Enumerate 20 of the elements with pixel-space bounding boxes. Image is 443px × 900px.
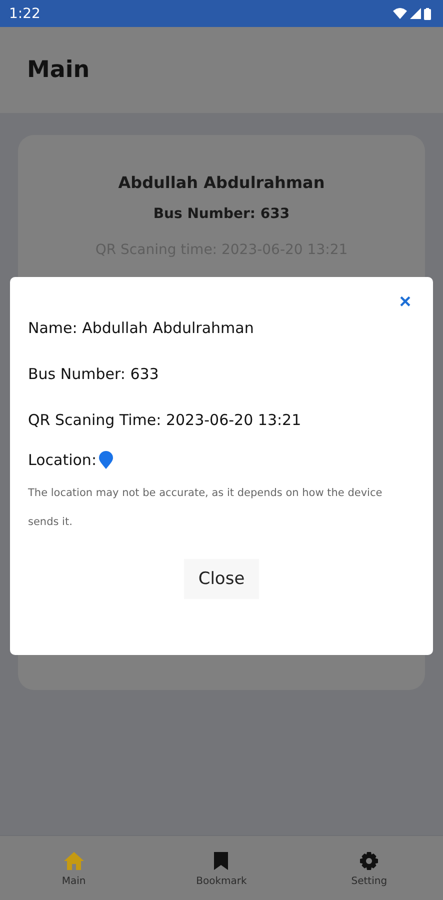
scan-time-text: QR Scaning Time: 2023-06-20 13:21: [28, 411, 302, 429]
bus-number-text: Bus Number: 633: [28, 365, 160, 383]
signal-icon: [410, 8, 421, 19]
nav-tab[interactable]: Bookmark: [166, 846, 276, 890]
status-time: 1:22: [9, 6, 40, 22]
map-pin-icon[interactable]: [98, 451, 112, 469]
home-icon: [62, 850, 85, 870]
location-note: The location may not be accurate, as it depends on how the device sends it.: [28, 486, 384, 530]
wifi-icon: [393, 8, 407, 19]
settings-icon: [359, 850, 380, 870]
nav-tab[interactable]: Main: [18, 846, 129, 890]
battery-icon: [424, 8, 431, 20]
bus-number: Bus Number: 633: [153, 206, 290, 222]
nav-tab[interactable]: Setting: [314, 846, 424, 890]
passenger-name: Abdullah Abdulrahman: [118, 173, 325, 192]
page-title: Main: [27, 57, 90, 83]
close-button[interactable]: Close: [184, 559, 259, 599]
location-label: Location:: [28, 451, 96, 469]
bookmark-icon: [213, 850, 230, 870]
name-text: Name: Abdullah Abdulrahman: [28, 319, 255, 337]
